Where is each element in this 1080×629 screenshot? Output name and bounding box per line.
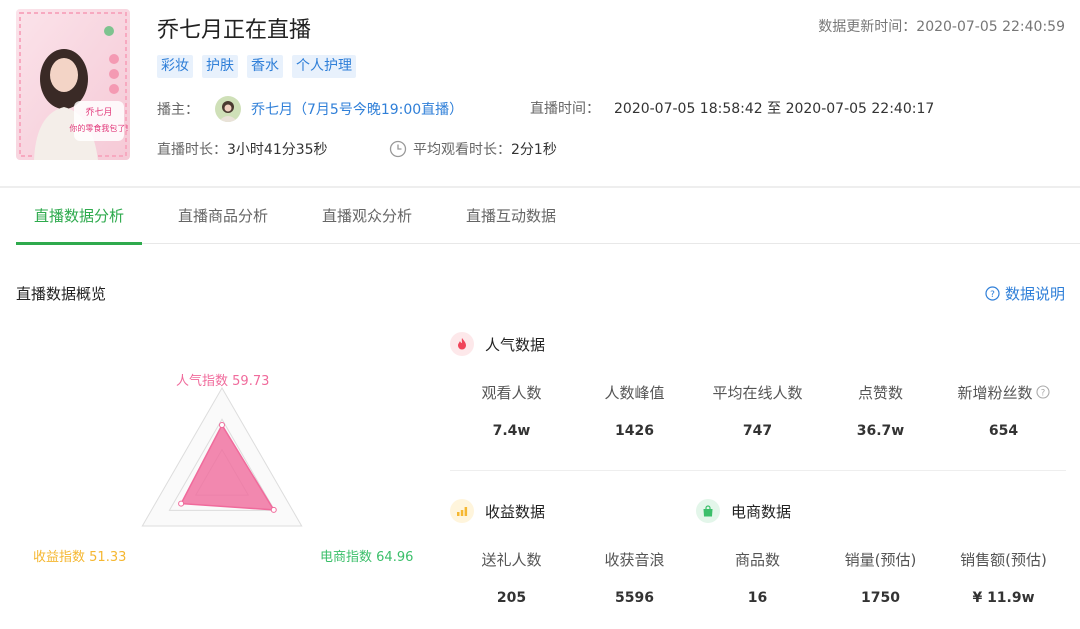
avg-watch-label: 平均观看时长： — [413, 142, 511, 158]
shopping-bag-icon — [696, 499, 720, 523]
anchor-info: 播主： 乔七月（7月5号今晚19:00直播） — [157, 96, 463, 122]
metric-label: 人数峰值 — [604, 384, 665, 402]
tag-makeup[interactable]: 彩妆 — [157, 55, 193, 78]
live-time-info: 直播时间： 2020-07-05 18:58:42 至 2020-07-05 2… — [530, 98, 934, 118]
metric-label: 点赞数 — [857, 384, 903, 402]
tab-live-audience-analysis[interactable]: 直播观众分析 — [304, 188, 430, 244]
metric-peak-viewers: 人数峰值 1426 — [573, 382, 696, 439]
cover-logo-text: 乔七月 — [85, 106, 112, 118]
anchor-label: 播主： — [157, 102, 199, 118]
metric-value: 36.7w — [856, 423, 905, 439]
metric-value: 7.4w — [492, 423, 531, 439]
tab-live-data-analysis[interactable]: 直播数据分析 — [16, 188, 143, 245]
live-header: 乔七月 你的零食我包了! 乔七月正在直播 数据更新时间：2020-07-05 2… — [0, 0, 1080, 186]
help-icon: ? — [985, 286, 1000, 301]
data-explanation-label: 数据说明 — [1004, 285, 1065, 303]
avg-watch-value: 2分1秒 — [511, 142, 557, 158]
metric-sound-waves: 收获音浪 5596 — [573, 549, 696, 606]
popularity-data-header: 人气数据 — [450, 332, 545, 356]
analysis-tabs: 直播数据分析 直播商品分析 直播观众分析 直播互动数据 — [16, 188, 1080, 245]
duration-info: 直播时长： 3小时41分35秒 — [157, 139, 328, 159]
duration-label: 直播时长： — [157, 142, 227, 158]
metric-label: 送礼人数 — [481, 551, 542, 569]
metric-sales-amount: 销售额(预估) ¥ 11.9w — [942, 549, 1065, 606]
metric-gift-givers: 送礼人数 205 — [450, 549, 573, 606]
clock-icon — [389, 140, 407, 158]
revenue-index-label: 收益指数 — [33, 550, 86, 565]
metric-value: 654 — [988, 423, 1019, 439]
metric-value: 747 — [742, 423, 773, 439]
metric-viewers: 观看人数 7.4w — [450, 382, 573, 439]
metric-value: 5596 — [615, 590, 654, 606]
radar-label-popularity: 人气指数 59.73 — [176, 370, 269, 389]
metric-value: 205 — [496, 590, 527, 606]
tag-perfume[interactable]: 香水 — [247, 55, 283, 78]
live-title: 乔七月正在直播 — [157, 18, 312, 43]
popularity-index-value: 59.73 — [232, 374, 270, 389]
tab-live-product-analysis[interactable]: 直播商品分析 — [160, 188, 286, 244]
metrics-separator — [450, 470, 1066, 471]
svg-text:?: ? — [1040, 389, 1045, 399]
commerce-index-label: 电商指数 — [320, 550, 373, 565]
data-update-time: 数据更新时间：2020-07-05 22:40:59 — [818, 19, 1065, 35]
popularity-index-label: 人气指数 — [176, 374, 229, 389]
metric-label: 销量(预估) — [844, 551, 917, 569]
category-tags: 彩妆 护肤 香水 个人护理 — [157, 55, 356, 78]
live-time-label: 直播时间： — [530, 101, 600, 117]
metric-label: 平均在线人数 — [712, 384, 803, 402]
cover-caption-text: 你的零食我包了! — [69, 123, 128, 133]
radar-label-commerce: 电商指数 64.96 — [320, 546, 413, 565]
metric-label: 观看人数 — [481, 384, 542, 402]
question-icon[interactable]: ? — [1035, 385, 1050, 399]
metric-label: 销售额(预估) — [960, 551, 1047, 569]
metric-product-count: 商品数 16 — [696, 549, 819, 606]
popularity-data-title: 人气数据 — [485, 335, 546, 354]
metric-label-with-help: 新增粉丝数 ? — [942, 382, 1065, 403]
anchor-avatar[interactable] — [215, 96, 241, 122]
data-explanation-link[interactable]: ? 数据说明 — [985, 283, 1065, 304]
popularity-metrics: 观看人数 7.4w 人数峰值 1426 平均在线人数 747 点赞数 36.7w… — [450, 382, 1080, 439]
live-time-value: 2020-07-05 18:58:42 至 2020-07-05 22:40:1… — [614, 101, 935, 117]
anchor-name-link[interactable]: 乔七月（7月5号今晚19:00直播） — [251, 99, 463, 119]
commerce-data-title: 电商数据 — [731, 502, 792, 521]
tag-personal-care[interactable]: 个人护理 — [292, 55, 356, 78]
metric-likes: 点赞数 36.7w — [819, 382, 942, 439]
tag-skincare[interactable]: 护肤 — [202, 55, 238, 78]
metric-new-fans: 新增粉丝数 ? 654 — [942, 382, 1065, 439]
metric-label: 新增粉丝数 — [957, 384, 1033, 402]
metric-avg-online: 平均在线人数 747 — [696, 382, 819, 439]
revenue-data-header: 收益数据 — [450, 499, 545, 523]
tab-live-interaction-data[interactable]: 直播互动数据 — [448, 188, 574, 244]
live-cover-image[interactable]: 乔七月 你的零食我包了! — [16, 9, 130, 160]
metric-value: 16 — [747, 590, 768, 606]
avg-watch-info: 平均观看时长： 2分1秒 — [389, 139, 557, 159]
metric-sales-volume: 销量(预估) 1750 — [819, 549, 942, 606]
svg-text:?: ? — [990, 290, 995, 300]
flame-icon — [450, 332, 474, 356]
commerce-index-value: 64.96 — [376, 550, 414, 565]
radar-label-revenue: 收益指数 51.33 — [33, 546, 126, 565]
radar-point-popularity[interactable] — [219, 422, 225, 429]
revenue-commerce-metrics: 送礼人数 205 收获音浪 5596 商品数 16 销量(预估) 1750 销售… — [450, 549, 1080, 606]
metric-value: ¥ 11.9w — [972, 590, 1035, 606]
metric-label: 收获音浪 — [604, 551, 665, 569]
index-radar-chart: 人气指数 59.73 收益指数 51.33 电商指数 64.96 — [0, 330, 440, 620]
revenue-data-title: 收益数据 — [485, 502, 546, 521]
revenue-index-value: 51.33 — [89, 550, 127, 565]
radar-point-commerce[interactable] — [270, 506, 277, 513]
trend-chart-icon — [450, 499, 474, 523]
metric-label: 商品数 — [734, 551, 780, 569]
radar-point-revenue[interactable] — [178, 500, 185, 507]
commerce-data-header: 电商数据 — [696, 499, 791, 523]
metric-value: 1426 — [615, 423, 654, 439]
duration-value: 3小时41分35秒 — [227, 142, 328, 158]
metric-value: 1750 — [861, 590, 900, 606]
overview-title: 直播数据概览 — [16, 285, 107, 303]
